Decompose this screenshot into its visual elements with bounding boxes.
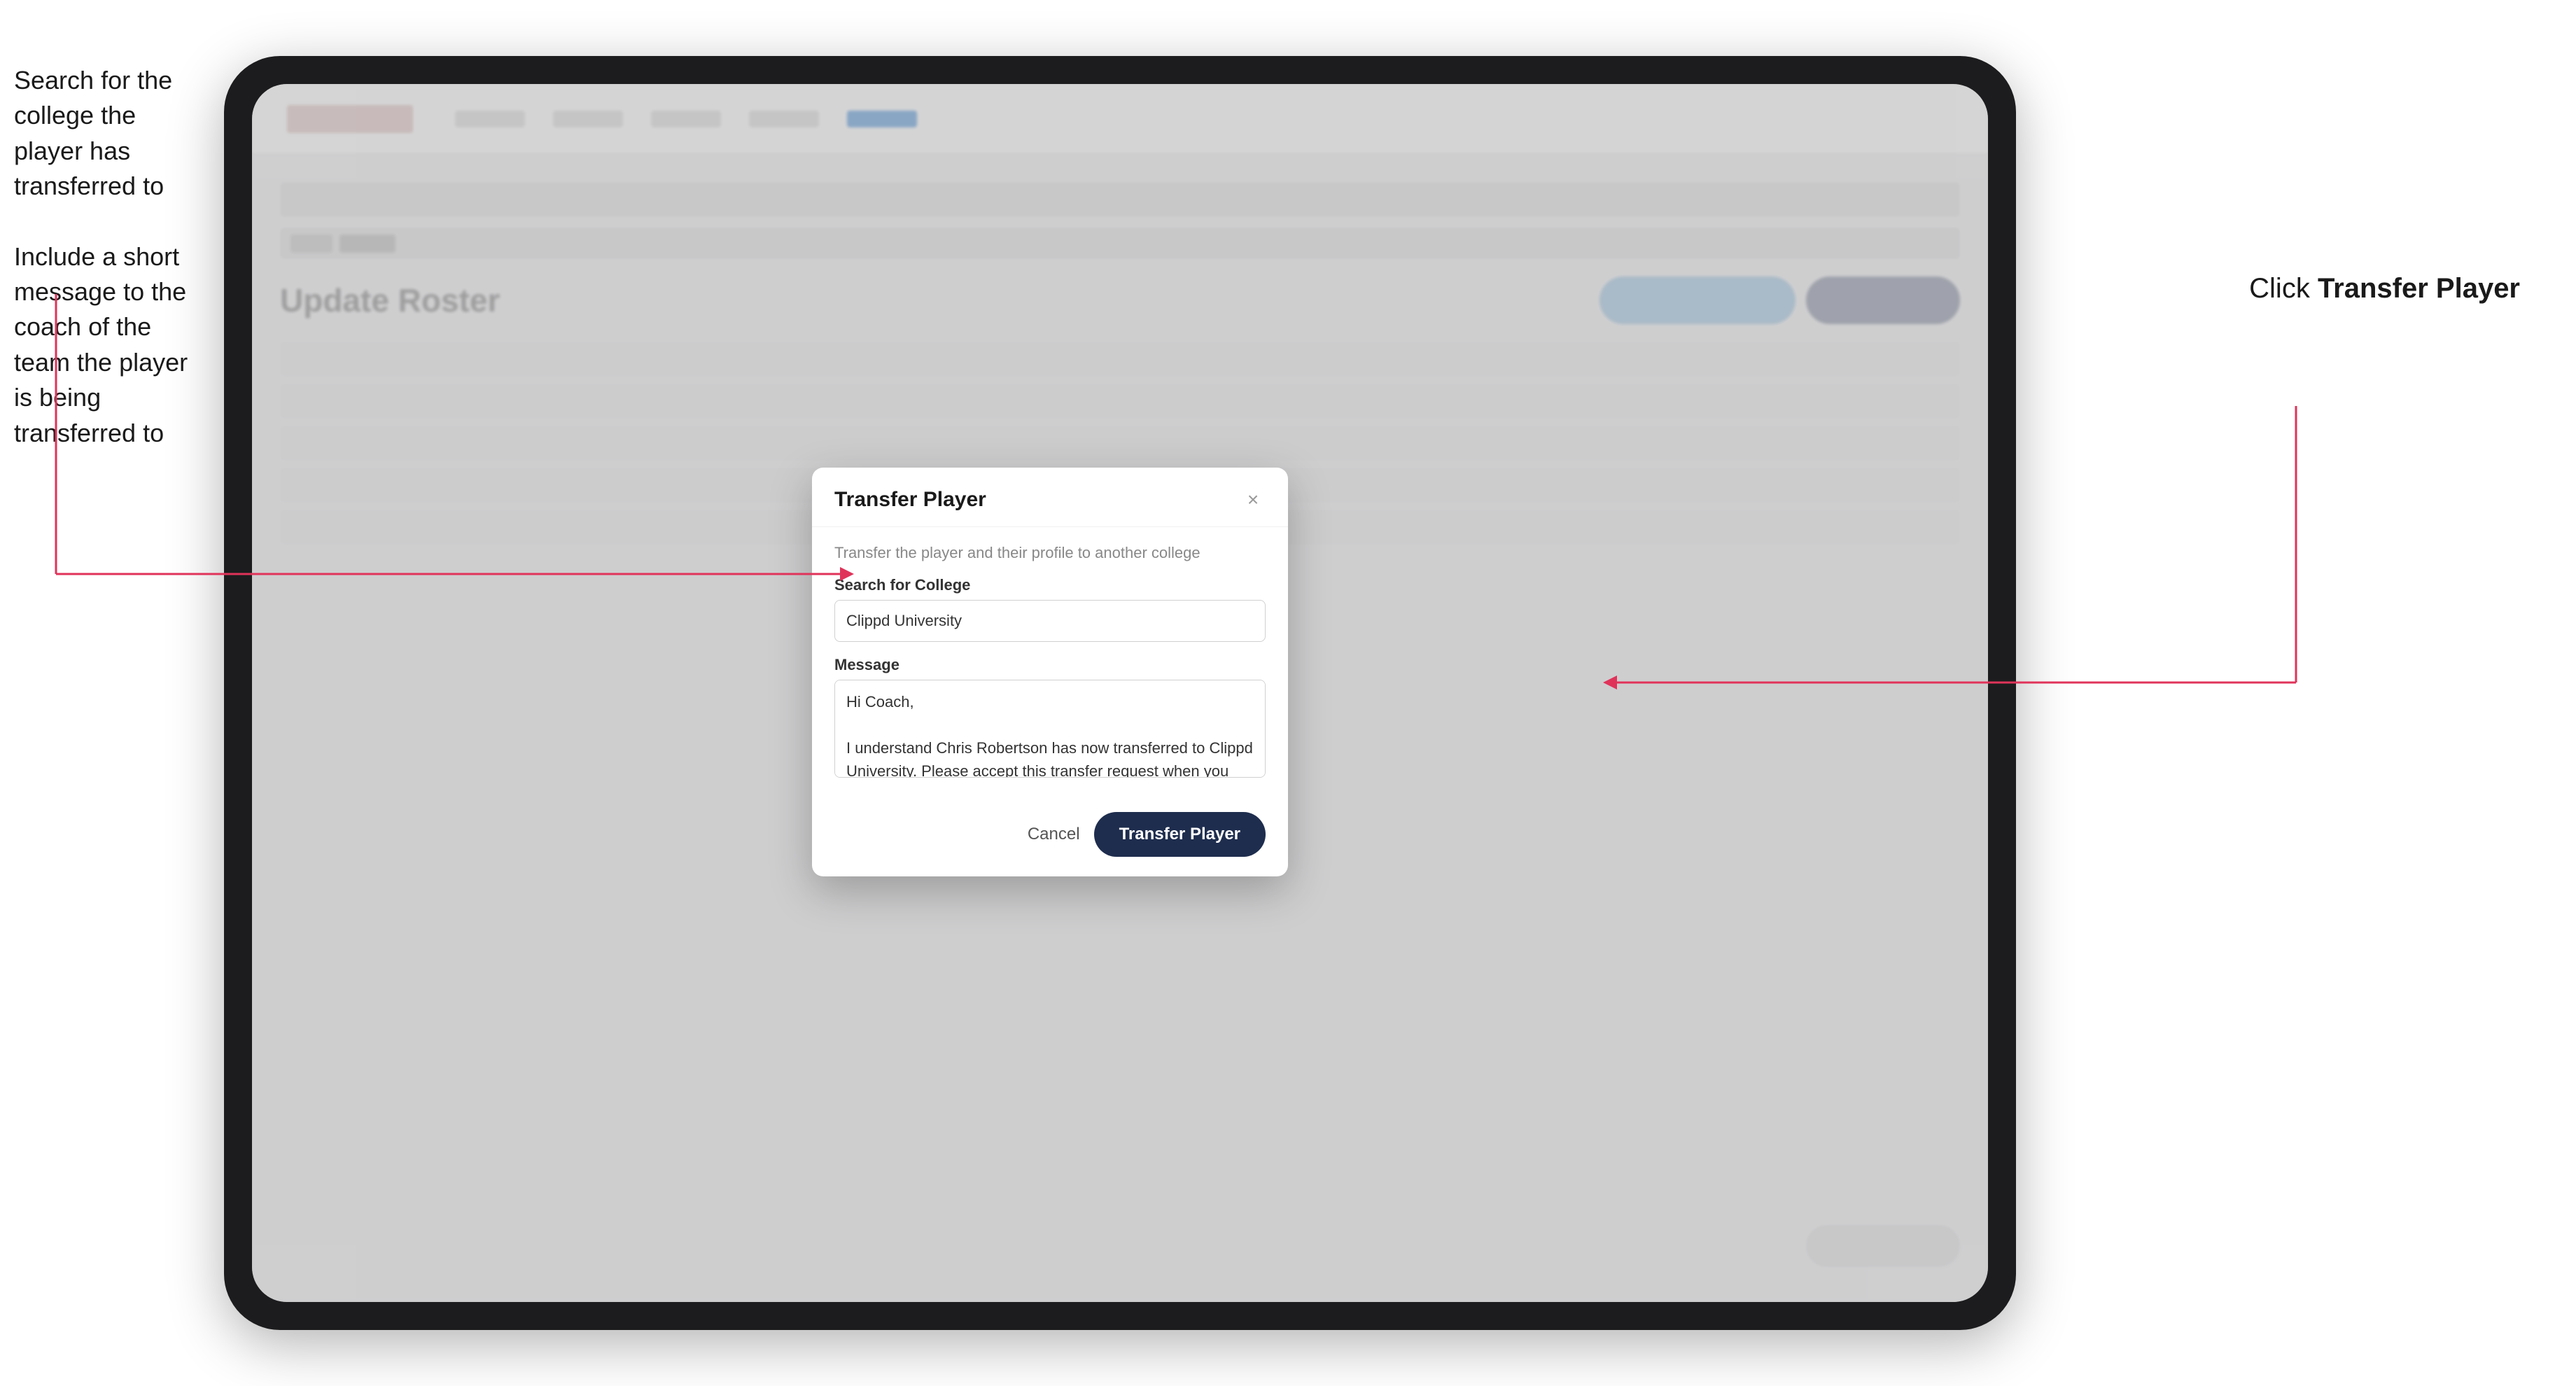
- cancel-button[interactable]: Cancel: [1028, 825, 1080, 844]
- annotation-message-text: Include a short message to the coach of …: [14, 239, 210, 451]
- annotation-right: Click Transfer Player: [2249, 273, 2520, 304]
- message-label: Message: [834, 656, 1266, 674]
- modal-close-button[interactable]: ×: [1240, 487, 1266, 512]
- message-textarea[interactable]: Hi Coach, I understand Chris Robertson h…: [834, 680, 1266, 778]
- search-college-label: Search for College: [834, 576, 1266, 594]
- transfer-player-modal: Transfer Player × Transfer the player an…: [812, 468, 1288, 876]
- modal-body: Transfer the player and their profile to…: [812, 527, 1288, 798]
- modal-title: Transfer Player: [834, 488, 986, 512]
- annotation-left: Search for the college the player has tr…: [14, 63, 210, 451]
- modal-overlay: Transfer Player × Transfer the player an…: [252, 84, 1988, 1302]
- search-college-input[interactable]: [834, 600, 1266, 642]
- transfer-player-button[interactable]: Transfer Player: [1094, 812, 1266, 857]
- modal-subtitle: Transfer the player and their profile to…: [834, 544, 1266, 562]
- annotation-transfer-bold: Transfer Player: [2318, 273, 2520, 304]
- annotation-search-text: Search for the college the player has tr…: [14, 63, 210, 204]
- tablet-screen: Update Roster: [252, 84, 1988, 1302]
- tablet-frame: Update Roster: [224, 56, 2016, 1330]
- modal-footer: Cancel Transfer Player: [812, 798, 1288, 876]
- modal-header: Transfer Player ×: [812, 468, 1288, 527]
